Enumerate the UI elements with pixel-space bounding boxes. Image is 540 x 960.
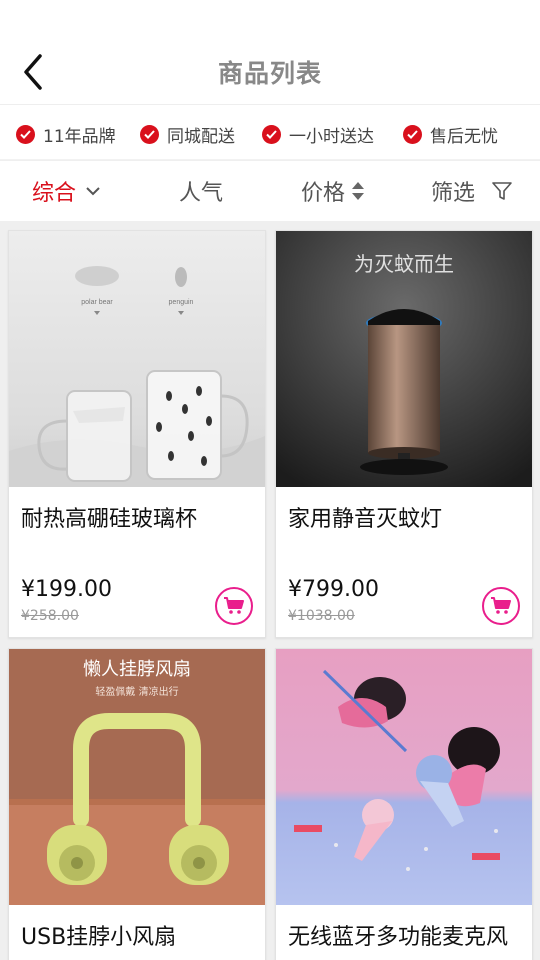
product-image: 懒人挂脖风扇 轻盈佩戴 清凉出行 — [9, 649, 265, 905]
sort-comprehensive-label: 综合 — [32, 181, 77, 206]
product-card[interactable]: 为灭蚊而生 家用静音灭蚊灯 ¥799.00 ¥1038.00 — [275, 230, 533, 638]
feature-item: 售后无忧 — [403, 123, 498, 147]
product-image: polar bear penguin — [9, 231, 265, 487]
feature-label: 11年品牌 — [43, 126, 116, 147]
filter-funnel-icon — [492, 182, 512, 200]
image-label-polar-bear: polar bear — [81, 299, 113, 306]
product-image — [276, 649, 532, 905]
sort-filter-label: 筛选 — [431, 181, 476, 206]
feature-item: 同城配送 — [140, 123, 235, 147]
product-name: 家用静音灭蚊灯 — [288, 507, 443, 532]
sort-popularity-label: 人气 — [179, 181, 224, 206]
chevron-down-icon — [86, 187, 100, 196]
shopping-cart-icon — [491, 597, 511, 614]
shopping-cart-icon — [224, 597, 244, 614]
sort-arrows-icon — [352, 182, 365, 200]
product-card[interactable]: polar bear penguin 耐热高硼硅玻璃杯 ¥199.00 ¥258… — [8, 230, 266, 638]
product-price: ¥199.00 — [21, 577, 112, 602]
product-original-price: ¥1038.00 — [288, 608, 355, 624]
sort-bar: 综合 人气 价格 筛选 — [0, 161, 540, 221]
add-to-cart-button[interactable] — [215, 587, 253, 625]
product-card[interactable]: 无线蓝牙多功能麦克风 — [275, 648, 533, 960]
check-circle-icon — [262, 124, 281, 144]
app-screen: 商品列表 11年品牌 同城配送 一小时送达 售后无忧 综合 人气 价格 筛选 p… — [0, 0, 540, 960]
product-name: USB挂脖小风扇 — [21, 925, 177, 950]
header: 商品列表 — [0, 0, 540, 104]
product-name: 无线蓝牙多功能麦克风 — [288, 925, 509, 950]
sort-filter[interactable]: 筛选 — [431, 177, 513, 206]
feature-strip: 11年品牌 同城配送 一小时送达 售后无忧 — [0, 104, 540, 160]
feature-item: 11年品牌 — [16, 123, 116, 147]
image-subcaption: 轻盈佩戴 清凉出行 — [95, 685, 178, 698]
feature-label: 同城配送 — [167, 126, 235, 147]
image-label-penguin: penguin — [169, 299, 194, 306]
product-price: ¥799.00 — [288, 577, 379, 602]
product-name: 耐热高硼硅玻璃杯 — [21, 507, 198, 532]
check-circle-icon — [403, 124, 422, 144]
feature-label: 一小时送达 — [289, 126, 374, 147]
sort-price-label: 价格 — [301, 181, 346, 206]
image-caption: 为灭蚊而生 — [354, 252, 454, 276]
add-to-cart-button[interactable] — [482, 587, 520, 625]
sort-price[interactable]: 价格 — [301, 177, 365, 206]
page-title: 商品列表 — [217, 59, 322, 88]
product-original-price: ¥258.00 — [21, 608, 79, 624]
check-circle-icon — [16, 124, 35, 144]
product-card[interactable]: 懒人挂脖风扇 轻盈佩戴 清凉出行 USB挂脖小风扇 — [8, 648, 266, 960]
image-caption: 懒人挂脖风扇 — [83, 659, 191, 680]
sort-comprehensive[interactable]: 综合 — [32, 177, 102, 206]
check-circle-icon — [140, 124, 159, 144]
feature-label: 售后无忧 — [430, 126, 498, 147]
feature-item: 一小时送达 — [262, 123, 374, 147]
sort-popularity[interactable]: 人气 — [179, 177, 224, 206]
product-image: 为灭蚊而生 — [276, 231, 532, 487]
